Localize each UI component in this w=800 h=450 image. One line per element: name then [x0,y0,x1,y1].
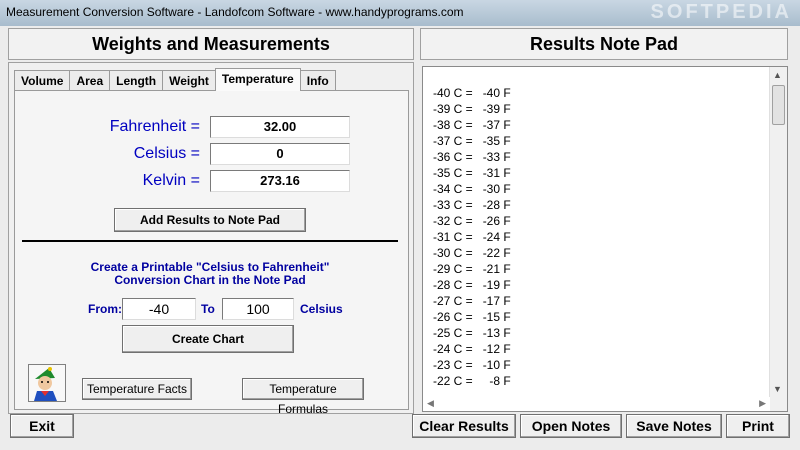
exit-button[interactable]: Exit [10,414,74,438]
title-bar: Measurement Conversion Software - Landof… [0,0,800,27]
temperature-formulas-button[interactable]: Temperature Formulas [242,378,364,416]
note-line: -22 C = -8 F [433,374,511,388]
tab-volume[interactable]: Volume [14,70,71,91]
scroll-thumb[interactable] [772,85,785,125]
note-line: -33 C = -28 F [433,198,511,212]
note-line: -37 C = -35 F [433,134,511,148]
notes-list: -40 C = -40 F -39 C = -39 F -38 C = -37 F -… [433,85,511,389]
celsius-unit-label: Celsius [300,302,343,316]
note-line: -23 C = -10 F [433,358,511,372]
note-line: -27 C = -17 F [433,294,511,308]
from-label: From: [88,302,122,316]
celsius-label: Celsius = [133,145,200,162]
note-line: -26 C = -15 F [433,310,511,324]
kelvin-label: Kelvin = [142,172,200,189]
note-line: -31 C = -24 F [433,230,511,244]
celsius-field[interactable]: 0 [210,143,350,165]
tab-area[interactable]: Area [69,70,111,91]
elf-mascot-icon [28,364,66,402]
scroll-down-icon[interactable]: ▼ [773,384,782,394]
note-line: -39 C = -39 F [433,102,511,116]
note-line: -34 C = -30 F [433,182,511,196]
clear-results-button[interactable]: Clear Results [412,414,516,438]
watermark: SOFTPEDIA [650,1,792,23]
note-line: -38 C = -37 F [433,118,511,132]
temperature-tab-body [14,90,409,410]
results-note-pad[interactable]: -40 C = -40 F -39 C = -39 F -38 C = -37 F -… [422,66,788,412]
note-line: -32 C = -26 F [433,214,511,228]
open-notes-button[interactable]: Open Notes [520,414,622,438]
chart-heading-line-2: Conversion Chart in the Note Pad [114,273,306,287]
tab-strip: Volume Area Length Weight Temperature In… [14,68,336,91]
scroll-up-icon[interactable]: ▲ [773,70,782,80]
tab-info[interactable]: Info [299,70,336,91]
note-line: -25 C = -13 F [433,326,511,340]
print-button[interactable]: Print [726,414,790,438]
note-line: -36 C = -33 F [433,150,511,164]
divider [22,240,398,242]
right-header: Results Note Pad [420,28,788,60]
save-notes-button[interactable]: Save Notes [626,414,722,438]
from-field[interactable]: -40 [122,298,196,320]
scroll-left-icon[interactable]: ◀ [427,398,434,409]
vertical-scrollbar[interactable]: ▲ ▼ [769,67,787,411]
note-line: -24 C = -12 F [433,342,511,356]
left-header: Weights and Measurements [8,28,414,60]
fahrenheit-label: Fahrenheit = [109,118,200,135]
chart-heading-line-1: Create a Printable "Celsius to Fahrenhei… [90,260,330,274]
horizontal-scrollbar[interactable]: ◀ ▶ [423,397,770,411]
note-line: -40 C = -40 F [433,86,511,100]
to-label: To [201,302,215,316]
tab-length[interactable]: Length [109,70,164,91]
add-results-button[interactable]: Add Results to Note Pad [114,208,306,232]
create-chart-button[interactable]: Create Chart [122,325,294,353]
tab-temperature[interactable]: Temperature [214,68,301,91]
to-field[interactable]: 100 [222,298,294,320]
scroll-right-icon[interactable]: ▶ [759,398,766,409]
note-line: -35 C = -31 F [433,166,511,180]
window-title: Measurement Conversion Software - Landof… [6,5,464,19]
kelvin-field[interactable]: 273.16 [210,170,350,192]
note-line: -29 C = -21 F [433,262,511,276]
temperature-facts-button[interactable]: Temperature Facts [82,378,192,400]
note-line: -28 C = -19 F [433,278,511,292]
tab-weight[interactable]: Weight [162,70,216,91]
note-line: -30 C = -22 F [433,246,511,260]
fahrenheit-field[interactable]: 32.00 [210,116,350,138]
